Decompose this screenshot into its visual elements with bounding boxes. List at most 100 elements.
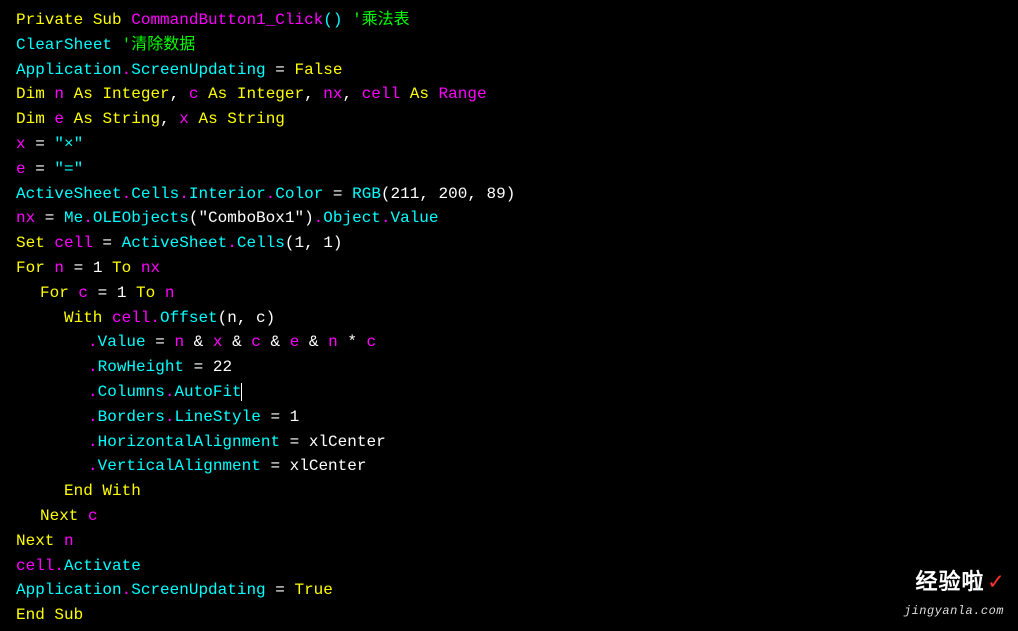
identifier: Object	[323, 209, 381, 227]
watermark-url: jingyanla.com	[904, 602, 1004, 621]
operator: =	[146, 333, 175, 351]
dot: .	[381, 209, 391, 227]
parens: ()	[323, 11, 342, 29]
identifier: n	[54, 259, 64, 277]
dot: .	[88, 408, 98, 426]
comment: '乘法表	[342, 11, 409, 29]
text-cursor	[241, 383, 242, 401]
operator: &	[261, 333, 290, 351]
code-line: Application.ScreenUpdating = False	[16, 58, 1002, 83]
identifier: c	[88, 507, 98, 525]
code-line: Dim n As Integer, c As Integer, nx, cell…	[16, 82, 1002, 107]
identifier: Columns	[98, 383, 165, 401]
operator: =	[26, 135, 55, 153]
args: (211, 200, 89)	[381, 185, 515, 203]
identifier: Value	[391, 209, 439, 227]
code-line: Private Sub CommandButton1_Click() '乘法表	[16, 8, 1002, 33]
identifier: LineStyle	[174, 408, 260, 426]
dot: .	[88, 333, 98, 351]
dot: .	[88, 358, 98, 376]
code-line: ClearSheet '清除数据	[16, 33, 1002, 58]
operator: =	[93, 234, 122, 252]
keyword: False	[294, 61, 342, 79]
identifier: cell	[16, 557, 54, 575]
code-line: .Borders.LineStyle = 1	[16, 405, 1002, 430]
operator: =	[266, 581, 295, 599]
dot: .	[266, 185, 276, 203]
dot: .	[122, 185, 132, 203]
keyword: To	[112, 259, 131, 277]
identifier: ClearSheet	[16, 36, 112, 54]
identifier: n	[165, 284, 175, 302]
identifier: x	[16, 135, 26, 153]
operator: = xlCenter	[261, 457, 367, 475]
keyword: To	[136, 284, 155, 302]
operator: =	[35, 209, 64, 227]
dot: .	[227, 234, 237, 252]
code-line: For c = 1 To n	[16, 281, 1002, 306]
keyword: As Integer	[208, 85, 304, 103]
dot: .	[122, 581, 132, 599]
identifier: cell	[112, 309, 150, 327]
dot: .	[122, 61, 132, 79]
identifier: nx	[141, 259, 160, 277]
args: (1, 1)	[285, 234, 343, 252]
dot: .	[179, 185, 189, 203]
keyword: Next	[40, 507, 78, 525]
identifier: Value	[98, 333, 146, 351]
keyword: With	[64, 309, 102, 327]
identifier: c	[367, 333, 377, 351]
keyword: For	[16, 259, 45, 277]
code-line: Next n	[16, 529, 1002, 554]
keyword: For	[40, 284, 69, 302]
dot: .	[54, 557, 64, 575]
operator: &	[184, 333, 213, 351]
identifier: RowHeight	[98, 358, 184, 376]
operator: *	[338, 333, 367, 351]
dot: .	[165, 408, 175, 426]
dot: .	[88, 433, 98, 451]
keyword: True	[294, 581, 332, 599]
code-line: Set cell = ActiveSheet.Cells(1, 1)	[16, 231, 1002, 256]
identifier: e	[290, 333, 300, 351]
code-line: End With	[16, 479, 1002, 504]
watermark-title: 经验啦✓	[904, 565, 1004, 602]
keyword: Next	[16, 532, 54, 550]
identifier: cell	[54, 234, 92, 252]
identifier: Interior	[189, 185, 266, 203]
keyword: As String	[74, 110, 160, 128]
code-line: ActiveSheet.Cells.Interior.Color = RGB(2…	[16, 182, 1002, 207]
operator: =	[266, 61, 295, 79]
code-block: Private Sub CommandButton1_Click() '乘法表 …	[16, 8, 1002, 628]
identifier: Application	[16, 61, 122, 79]
code-line: Application.ScreenUpdating = True	[16, 578, 1002, 603]
identifier: n	[54, 85, 64, 103]
code-line: For n = 1 To nx	[16, 256, 1002, 281]
identifier: nx	[16, 209, 35, 227]
dot: .	[314, 209, 324, 227]
keyword: Set	[16, 234, 45, 252]
code-line: nx = Me.OLEObjects("ComboBox1").Object.V…	[16, 206, 1002, 231]
args: ("ComboBox1")	[189, 209, 314, 227]
identifier: Color	[275, 185, 323, 203]
identifier: n	[64, 532, 74, 550]
dot: .	[83, 209, 93, 227]
code-line: e = "="	[16, 157, 1002, 182]
keyword: Dim	[16, 85, 45, 103]
identifier: e	[54, 110, 64, 128]
code-line: x = "×"	[16, 132, 1002, 157]
identifier: ScreenUpdating	[131, 581, 265, 599]
keyword: End With	[64, 482, 141, 500]
args: (n, c)	[218, 309, 276, 327]
keyword: As	[410, 85, 429, 103]
identifier: c	[251, 333, 261, 351]
code-line: .RowHeight = 22	[16, 355, 1002, 380]
code-line: .HorizontalAlignment = xlCenter	[16, 430, 1002, 455]
identifier: x	[179, 110, 189, 128]
identifier: Me	[64, 209, 83, 227]
dot: .	[165, 383, 175, 401]
identifier: c	[78, 284, 88, 302]
operator: = 22	[184, 358, 232, 376]
identifier: Offset	[160, 309, 218, 327]
identifier: n	[174, 333, 184, 351]
